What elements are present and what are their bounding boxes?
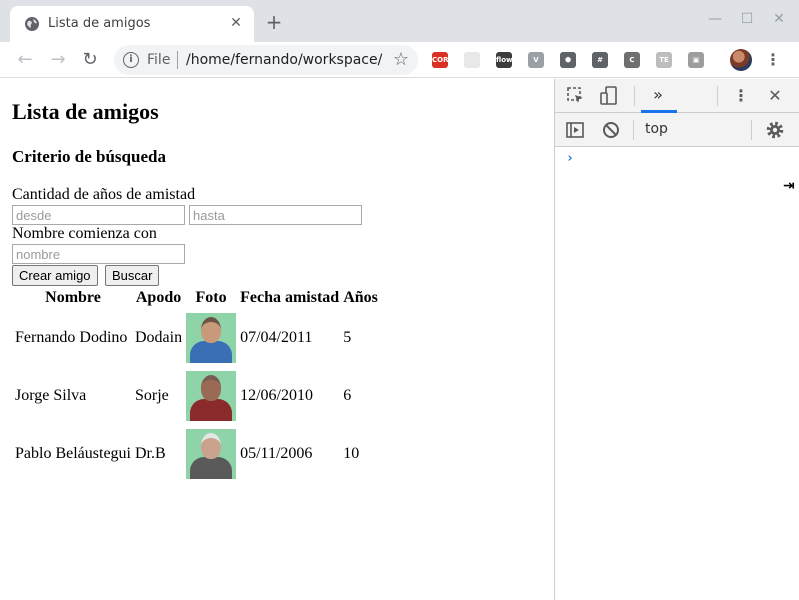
devtools-tabbar: » ⋮ ✕ [555,79,799,113]
name-input[interactable] [12,244,185,264]
friend-name-cell: Jorge Silva [15,387,87,404]
browser-tab[interactable]: Lista de amigos ✕ [10,6,254,42]
c-extension-icon[interactable]: C [624,52,640,68]
friend-date-cell: 05/11/2006 [240,445,313,462]
years-from-input[interactable] [12,205,185,225]
search-button[interactable]: Buscar [105,265,160,286]
sidebar-toggle-icon[interactable] [565,120,585,140]
table-header-row: Nombre Apodo Foto Fecha amistad Años [14,288,379,308]
reload-button[interactable]: ↻ [79,49,101,71]
friend-nickname-cell: Dodain [134,329,183,346]
globe-icon [25,17,39,31]
create-friend-button[interactable]: Crear amigo [12,265,98,286]
info-icon[interactable]: i [123,52,139,68]
friends-table: Nombre Apodo Foto Fecha amistad Años Fer… [12,286,381,484]
tab-title: Lista de amigos [48,16,151,31]
friend-years-cell: 6 [343,387,352,404]
header-fecha-amistad: Fecha amistad [240,289,340,306]
devtools-divider [751,120,752,140]
friend-name-cell: Fernando Dodino [15,329,128,346]
years-to-input[interactable] [189,205,362,225]
header-foto: Foto [195,289,227,306]
console-toolbar: top [555,113,799,147]
omnibox-divider [177,51,178,69]
resize-cursor-icon: ⇥ [783,178,795,194]
friend-nickname-cell: Dr.B [134,445,166,462]
hash-extension-icon[interactable]: # [592,52,608,68]
forward-button[interactable]: → [47,49,69,71]
friend-photo-cell [185,310,237,366]
friend-photo-cell [185,426,237,482]
friend-date-cell: 12/06/2010 [240,387,313,404]
minimize-icon[interactable]: — [706,10,724,28]
inspect-element-icon[interactable] [566,86,586,106]
friend-photo [186,371,237,421]
window-close-icon[interactable]: ✕ [770,10,788,28]
header-apodo: Apodo [135,289,182,306]
table-row: Jorge Silva Sorje 12/06/2010 6 [14,368,379,424]
header-nombre: Nombre [45,289,101,306]
photo-extension-icon[interactable]: ▣ [688,52,704,68]
bookmark-star-icon[interactable]: ☆ [393,50,409,70]
grid-extension-icon[interactable] [464,52,480,68]
web-page: Lista de amigos Criterio de búsqueda Can… [0,79,554,600]
devtools-divider [717,86,718,106]
browser-titlebar: Lista de amigos ✕ + — ☐ ✕ [0,0,799,42]
devtools-divider [634,86,635,106]
browser-toolbar: ← → ↻ i File /home/fernando/workspace/ ☆… [0,42,799,78]
devtools-menu-icon[interactable]: ⋮ [731,86,751,106]
page-title: Lista de amigos [12,99,159,124]
devtools-close-icon[interactable]: ✕ [765,86,785,106]
friend-years-cell: 5 [343,329,352,346]
more-panels-icon[interactable]: » [648,85,668,105]
te-extension-icon[interactable]: TE [656,52,672,68]
friend-date-cell: 07/04/2011 [240,329,313,346]
url-scheme: File [147,52,171,68]
execution-context-selector[interactable]: top [645,121,668,137]
table-row: Pablo Beláustegui Dr.B 05/11/2006 10 [14,426,379,482]
device-toolbar-icon[interactable] [599,86,619,106]
flow-extension-icon[interactable]: flow [496,52,512,68]
clear-console-icon[interactable] [601,120,621,140]
friend-photo [186,313,237,363]
friend-name-cell: Pablo Beláustegui [15,445,131,462]
console-prompt[interactable]: › [566,151,574,166]
friend-years-cell: 10 [343,445,360,462]
friend-photo [186,429,237,479]
friend-nickname-cell: Sorje [134,387,169,404]
devtools-divider [633,120,634,140]
url-text[interactable]: /home/fernando/workspace/ [186,52,382,68]
devtools-panel: » ⋮ ✕ top › ⇥ [554,79,799,600]
table-row: Fernando Dodino Dodain 07/04/2011 5 [14,310,379,366]
years-label: Cantidad de años de amistad [12,186,196,203]
cors-extension-icon[interactable]: CORS [432,52,454,68]
hex-extension-icon[interactable]: ⬢ [560,52,576,68]
browser-menu-icon[interactable]: ⋮ [765,50,781,70]
name-label: Nombre comienza con [12,225,157,242]
vue-extension-icon[interactable]: V [528,52,544,68]
friend-photo-cell [185,368,237,424]
search-criteria-heading: Criterio de búsqueda [12,147,166,166]
address-bar[interactable]: i File /home/fernando/workspace/ ☆ [114,45,418,75]
header-anios: Años [343,289,378,306]
settings-gear-icon[interactable] [765,120,785,140]
maximize-icon[interactable]: ☐ [738,10,756,28]
new-tab-button[interactable]: + [264,12,284,32]
tab-close-icon[interactable]: ✕ [228,15,244,31]
profile-avatar[interactable] [730,49,752,71]
back-button[interactable]: ← [14,49,36,71]
